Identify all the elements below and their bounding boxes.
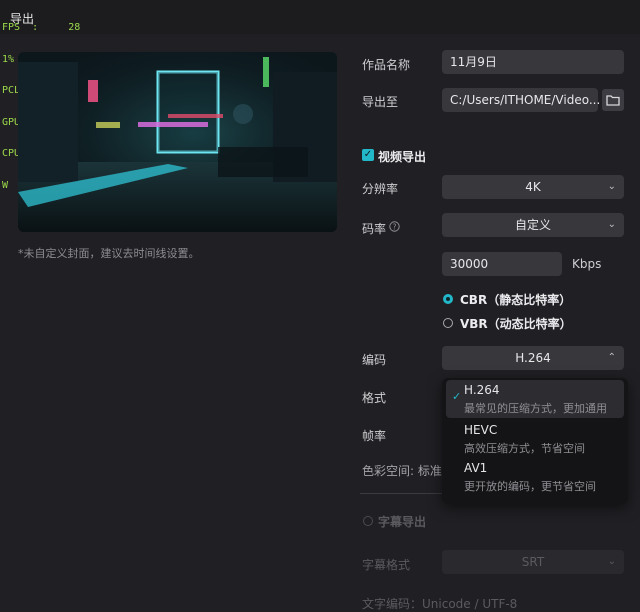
cover-note: *未自定义封面，建议去时间线设置。	[18, 247, 200, 260]
check-icon: ✓	[363, 149, 373, 160]
option-title: HEVC	[464, 423, 498, 437]
chevron-down-icon: ⌄	[607, 556, 616, 567]
folder-icon	[606, 95, 620, 106]
subtitle-format-select[interactable]: SRT ⌄	[442, 550, 624, 574]
vbr-radio[interactable]	[443, 318, 453, 328]
preview-scene	[18, 52, 337, 232]
codec-option-av1[interactable]: AV1 更开放的编码，更节省空间	[442, 458, 628, 496]
check-icon: ✓	[452, 390, 462, 403]
chevron-up-icon: ⌃	[607, 352, 616, 363]
video-export-checkbox[interactable]: ✓	[362, 149, 374, 161]
framerate-label: 帧率	[362, 429, 387, 443]
option-title: AV1	[464, 461, 488, 475]
subtitle-export-checkbox[interactable]	[363, 516, 373, 526]
name-input[interactable]: 11月9日	[442, 50, 624, 74]
bitrate-select[interactable]: 自定义 ⌄	[442, 213, 624, 237]
option-description: 高效压缩方式，节省空间	[464, 442, 585, 455]
option-description: 最常见的压缩方式，更加通用	[464, 402, 607, 415]
chevron-down-icon: ⌄	[607, 181, 616, 192]
export-to-label: 导出至	[362, 95, 399, 109]
codec-dropdown-menu: ✓ H.264 最常见的压缩方式，更加通用 HEVC 高效压缩方式，节省空间 A…	[442, 378, 628, 504]
format-label: 格式	[362, 391, 387, 405]
subtitle-format-value: SRT	[521, 555, 545, 569]
text-encoding-label: 文字编码：Unicode / UTF-8	[362, 597, 518, 611]
browse-folder-button[interactable]	[602, 89, 624, 111]
vbr-label: VBR（动态比特率）	[460, 317, 572, 331]
bitrate-label: 码率	[362, 222, 387, 236]
window-title: 导出	[10, 12, 35, 26]
option-title: H.264	[464, 383, 500, 397]
resolution-label: 分辨率	[362, 182, 399, 196]
chevron-down-icon: ⌄	[607, 219, 616, 230]
cbr-radio[interactable]	[443, 294, 453, 304]
colorspace-label: 色彩空间: 标准	[362, 464, 442, 478]
name-label: 作品名称	[362, 58, 411, 72]
codec-select[interactable]: H.264 ⌃	[442, 346, 624, 370]
resolution-select[interactable]: 4K ⌄	[442, 175, 624, 199]
help-icon[interactable]: ?	[389, 221, 400, 232]
video-preview-image	[18, 52, 337, 232]
codec-label: 编码	[362, 353, 387, 367]
subtitle-format-label: 字幕格式	[362, 558, 411, 572]
subtitle-export-label: 字幕导出	[378, 515, 427, 529]
bitrate-unit: Kbps	[572, 257, 602, 271]
cbr-label: CBR（静态比特率）	[460, 293, 572, 307]
svg-text:?: ?	[393, 222, 397, 231]
bitrate-value: 自定义	[514, 218, 551, 232]
option-description: 更开放的编码，更节省空间	[464, 480, 596, 493]
export-path-input[interactable]: C:/Users/ITHOME/Video...	[442, 88, 600, 112]
codec-option-hevc[interactable]: HEVC 高效压缩方式，节省空间	[442, 420, 628, 458]
title-bar	[0, 0, 640, 34]
codec-option-h264[interactable]: ✓ H.264 最常见的压缩方式，更加通用	[446, 380, 624, 418]
video-export-label: 视频导出	[378, 150, 427, 164]
resolution-value: 4K	[525, 180, 541, 194]
codec-value: H.264	[515, 351, 551, 365]
bitrate-input[interactable]: 30000	[442, 252, 562, 276]
